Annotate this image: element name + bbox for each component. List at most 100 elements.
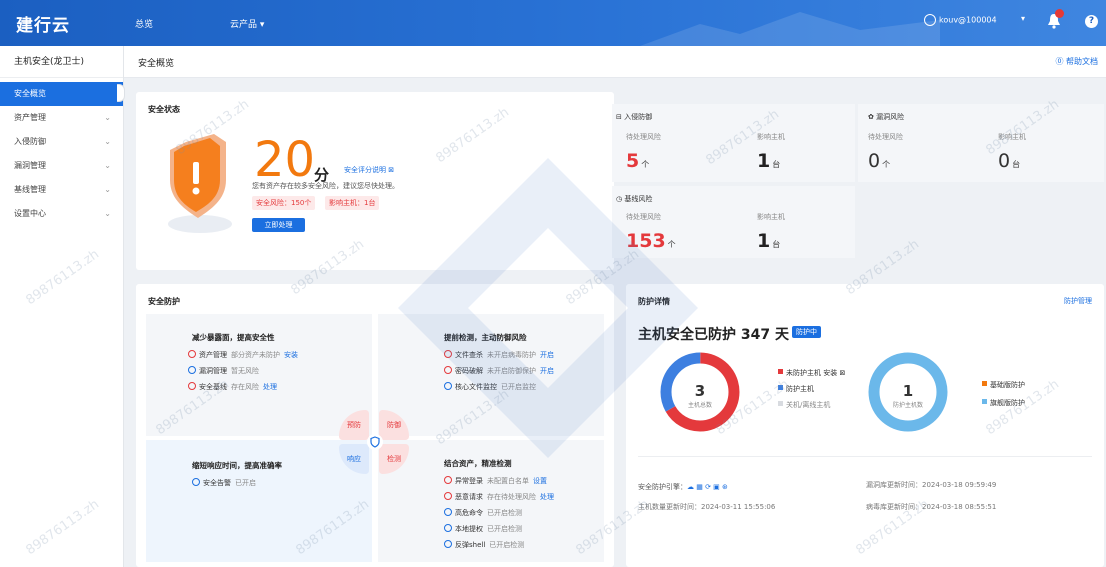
check-icon xyxy=(192,478,200,486)
warning-icon xyxy=(188,350,196,358)
row-desc: 已开启 xyxy=(235,479,256,487)
help-icon[interactable]: ? xyxy=(1085,15,1098,28)
stat-number: 1 xyxy=(757,230,771,252)
protection-quadrant-respond: 缩短响应时间，提高准确率 安全告警 已开启 xyxy=(146,440,372,562)
stat-number: 153 xyxy=(626,230,666,252)
stat-unit: 台 xyxy=(772,240,781,249)
baseline-row: 安全基线 存在风险 处理 xyxy=(188,382,277,392)
warning-icon xyxy=(444,366,452,374)
warning-icon xyxy=(444,476,452,484)
score-explain-link[interactable]: 安全评分说明 ⊠ xyxy=(344,165,394,175)
sidebar-item-baseline[interactable]: 基线管理 ⌄ xyxy=(0,178,123,202)
nav-overview[interactable]: 总览 xyxy=(135,17,153,30)
sidebar-item-label: 基线管理 xyxy=(14,185,46,194)
stat-number: 0 xyxy=(868,150,881,172)
row-name: 密码破解 xyxy=(455,367,483,375)
protected-host-label: 防护主机数 xyxy=(892,402,923,409)
sidebar: 主机安全(龙卫士) 安全概览 资产管理 ⌄ 入侵防御 ⌄ 漏洞管理 ⌄ 基线管理 ⌄ 设… xyxy=(0,46,124,567)
user-menu[interactable]: kouv@100004 xyxy=(924,14,997,26)
sidebar-collapse-handle[interactable] xyxy=(117,84,125,102)
notification-badge xyxy=(1055,9,1064,18)
vuln-stat-title: ✿ 漏洞风险 xyxy=(868,112,904,122)
warning-icon xyxy=(188,382,196,390)
row-name: 资产管理 xyxy=(199,351,227,359)
row-desc: 已开启监控 xyxy=(501,383,536,391)
intrusion-icon: ⊟ xyxy=(616,113,625,121)
legend-swatch xyxy=(982,399,987,404)
virus-db-update-time: 病毒库更新时间：2024-03-18 08:55:51 xyxy=(866,503,997,511)
check-icon xyxy=(188,366,196,374)
sidebar-item-overview[interactable]: 安全概览 xyxy=(0,82,123,106)
row-desc: 存在风险 xyxy=(231,383,259,391)
shield-icon xyxy=(367,434,383,450)
sidebar-item-label: 设置中心 xyxy=(14,209,46,218)
handle-link[interactable]: 处理 xyxy=(540,493,554,501)
sidebar-item-intrusion[interactable]: 入侵防御 ⌄ xyxy=(0,130,123,154)
help-doc-link[interactable]: ⓪ 帮助文档 xyxy=(1055,56,1098,67)
page-title: 安全概览 xyxy=(138,59,175,69)
legend-text: 旗舰版防护 xyxy=(990,399,1025,407)
stat-title-text: 漏洞风险 xyxy=(876,113,905,121)
privilege-escalation-row: 本地提权 已开启检测 xyxy=(444,524,522,534)
shield-icon xyxy=(168,134,232,233)
legend-text: 基础版防护 xyxy=(990,381,1025,389)
row-name: 恶意请求 xyxy=(455,493,483,501)
protection-quadrant-prevent: 减少暴露面，提高安全性 资产管理 部分资产未防护 安装 漏洞管理 暂无风险 安全基线存… xyxy=(146,314,372,436)
quadrant-title: 减少暴露面，提高安全性 xyxy=(192,333,275,342)
protection-title: 安全防护 xyxy=(148,297,180,306)
breadcrumb-bar: 安全概览 ⓪ 帮助文档 xyxy=(124,46,1106,78)
abnormal-login-row: 异常登录 未配置白名单 设置 xyxy=(444,476,547,486)
nav-cloud-products[interactable]: 云产品 ▾ xyxy=(230,17,264,30)
handle-link[interactable]: 处理 xyxy=(263,383,277,391)
logo[interactable]: 建行云 xyxy=(16,11,70,36)
row-desc: 暂无风险 xyxy=(231,367,259,375)
stat-number: 1 xyxy=(757,150,771,172)
stat-number: 0 xyxy=(998,150,1011,172)
asset-manage-row: 资产管理 部分资产未防护 安装 xyxy=(188,350,298,360)
check-icon xyxy=(444,382,452,390)
stat-label: 影响主机 xyxy=(998,133,1026,141)
protection-status-title: 防护详情 xyxy=(638,297,670,306)
user-caret-icon[interactable]: ▾ xyxy=(1021,14,1025,23)
quadrant-title: 提前检测，主动防御风险 xyxy=(444,333,527,342)
legend-unprotected[interactable]: 未防护主机 安装 ⊠ xyxy=(778,368,845,378)
row-desc: 已开启检测 xyxy=(487,509,522,517)
row-desc: 部分资产未防护 xyxy=(231,351,280,359)
baseline-stat-title: ◷ 基线风险 xyxy=(616,194,652,204)
row-name: 安全基线 xyxy=(199,383,227,391)
enable-link[interactable]: 开启 xyxy=(540,351,554,359)
protection-manage-link[interactable]: 防护管理 xyxy=(1064,296,1092,306)
reverse-shell-row: 反弹shell 已开启检测 xyxy=(444,540,524,550)
protected-host-value: 1 xyxy=(902,382,914,400)
handle-now-button[interactable]: 立即处理 xyxy=(252,218,305,232)
sidebar-item-label: 安全概览 xyxy=(14,89,46,98)
legend-offline: 关机/离线主机 xyxy=(778,400,830,410)
stat-unit: 个 xyxy=(641,160,650,169)
sidebar-item-vuln[interactable]: 漏洞管理 ⌄ xyxy=(0,154,123,178)
stat-label: 待处理风险 xyxy=(868,133,903,141)
baseline-host-value: 1台 xyxy=(757,232,780,251)
sidebar-item-settings[interactable]: 设置中心 ⌄ xyxy=(0,202,123,226)
baseline-risk-value[interactable]: 153 个 xyxy=(626,232,676,251)
row-name: 核心文件监控 xyxy=(455,383,497,391)
check-icon xyxy=(444,508,452,516)
check-icon xyxy=(444,524,452,532)
install-link[interactable]: 安装 xyxy=(284,351,298,359)
setup-link[interactable]: 设置 xyxy=(533,477,547,485)
gear-icon: ✿ xyxy=(868,113,877,121)
security-score: 20 xyxy=(254,132,316,188)
intrusion-risk-value[interactable]: 5个 xyxy=(626,152,649,171)
danger-cmd-row: 高危命令 已开启检测 xyxy=(444,508,522,518)
quadrant-title: 缩短响应时间，提高准确率 xyxy=(192,461,282,470)
engine-icons[interactable]: ☁ ▦ ⟳ ▣ ⊛ xyxy=(687,483,728,491)
quadrant-title: 结合资产，精准检测 xyxy=(444,459,512,468)
affected-host-tag: 影响主机：1台 xyxy=(325,196,380,210)
sidebar-item-assets[interactable]: 资产管理 ⌄ xyxy=(0,106,123,130)
mountain-decoration xyxy=(640,12,940,46)
stat-number: 5 xyxy=(626,150,640,172)
stat-unit: 个 xyxy=(667,240,676,249)
legend-flagship: 旗舰版防护 xyxy=(982,398,1025,408)
engine-label: 安全防护引擎： xyxy=(638,483,687,491)
protection-headline: 主机安全已防护 347 天 xyxy=(638,327,789,343)
enable-link[interactable]: 开启 xyxy=(540,367,554,375)
